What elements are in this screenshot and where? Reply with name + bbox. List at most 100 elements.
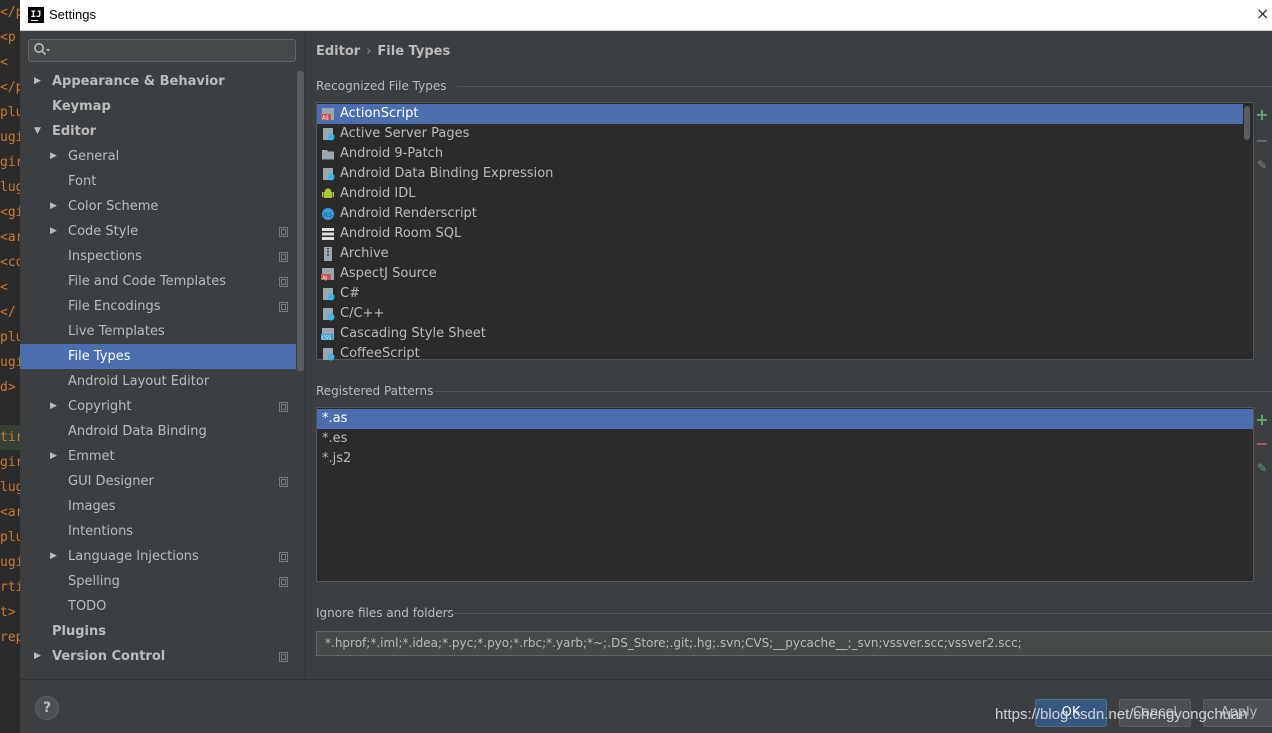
file-type-row[interactable]: Archive xyxy=(317,244,1243,264)
section-divider xyxy=(457,86,1272,87)
tree-item-editor[interactable]: ▼ Editor xyxy=(20,119,296,144)
tree-item-spelling[interactable]: Spelling xyxy=(20,569,296,594)
file-type-row[interactable]: AJ AspectJ Source xyxy=(317,264,1243,284)
aspectj-icon: AJ xyxy=(321,267,335,282)
svg-text:AJ: AJ xyxy=(322,276,327,282)
folder-icon xyxy=(321,147,335,161)
add-pattern-button[interactable]: + xyxy=(1255,412,1269,428)
edit-file-type-button[interactable]: ✎ xyxy=(1255,158,1269,172)
tree-item-label: Android Data Binding xyxy=(68,424,207,439)
tree-item-general[interactable]: ▶ General xyxy=(20,144,296,169)
expand-right-icon[interactable]: ▶ xyxy=(50,394,60,419)
tree-item-color-scheme[interactable]: ▶ Color Scheme xyxy=(20,194,296,219)
file-type-row[interactable]: Android Room SQL xyxy=(317,224,1243,244)
expand-right-icon[interactable]: ▶ xyxy=(50,194,60,219)
tree-item-label: File Encodings xyxy=(68,299,161,314)
svg-text:AS: AS xyxy=(322,116,329,122)
breadcrumb-parent[interactable]: Editor xyxy=(316,44,360,59)
settings-window: IJ Settings × ▶ Appearance & Behavior Keym… xyxy=(20,0,1272,733)
tree-item-plugins[interactable]: Plugins xyxy=(20,619,296,644)
tree-item-label: TODO xyxy=(68,599,107,614)
registered-patterns-list[interactable]: *.as *.es *.js2 xyxy=(316,407,1254,582)
tree-item-label: File Types xyxy=(68,349,131,364)
tree-item-appearance-behavior[interactable]: ▶ Appearance & Behavior xyxy=(20,69,296,94)
background-code-line: <p xyxy=(0,30,16,45)
search-input[interactable] xyxy=(28,39,296,62)
tree-item-label: Language Injections xyxy=(68,549,199,564)
remove-pattern-button[interactable]: − xyxy=(1255,436,1269,452)
background-code-line: <gi xyxy=(0,205,20,220)
settings-sidebar: ▶ Appearance & Behavior Keymap ▼ Editor ▶ Gene… xyxy=(20,31,306,679)
background-code-line: plu xyxy=(0,530,20,545)
tree-item-inspections[interactable]: Inspections xyxy=(20,244,296,269)
sql-icon xyxy=(321,227,335,241)
close-icon[interactable]: × xyxy=(1256,4,1270,23)
sidebar-scrollbar[interactable] xyxy=(297,71,304,371)
file-type-row[interactable]: C# xyxy=(317,284,1243,304)
file-type-row[interactable]: Android Data Binding Expression xyxy=(317,164,1243,184)
expand-right-icon[interactable]: ▶ xyxy=(50,544,60,569)
expand-right-icon[interactable]: ▶ xyxy=(34,644,44,669)
tree-item-language-injections[interactable]: ▶ Language Injections xyxy=(20,544,296,569)
android-icon xyxy=(321,187,335,201)
file-type-row[interactable]: Android 9-Patch xyxy=(317,144,1243,164)
recognized-file-types-title: Recognized File Types xyxy=(316,79,447,93)
tree-item-android-layout-editor[interactable]: Android Layout Editor xyxy=(20,369,296,394)
tree-item-emmet[interactable]: ▶ Emmet xyxy=(20,444,296,469)
tree-item-gui-designer[interactable]: GUI Designer xyxy=(20,469,296,494)
background-code-line: tir xyxy=(0,425,20,450)
cpp-icon xyxy=(321,307,335,321)
tree-item-label: Spelling xyxy=(68,574,120,589)
expand-right-icon[interactable]: ▶ xyxy=(50,144,60,169)
file-type-row[interactable]: RS Android Renderscript xyxy=(317,204,1243,224)
file-type-label: AspectJ Source xyxy=(340,266,437,281)
tree-item-label: Appearance & Behavior xyxy=(52,74,225,89)
search-icon[interactable] xyxy=(33,42,53,59)
tree-item-images[interactable]: Images xyxy=(20,494,296,519)
tree-item-label: Editor xyxy=(52,124,97,139)
tree-item-todo[interactable]: TODO xyxy=(20,594,296,619)
file-type-row[interactable]: Active Server Pages xyxy=(317,124,1243,144)
tree-item-file-types[interactable]: File Types xyxy=(20,344,296,369)
pattern-row[interactable]: *.js2 xyxy=(317,449,1253,469)
background-code-line: lug xyxy=(0,480,20,495)
pattern-row[interactable]: *.es xyxy=(317,429,1253,449)
file-type-row[interactable]: Android IDL xyxy=(317,184,1243,204)
pattern-row[interactable]: *.as xyxy=(317,409,1253,429)
tree-item-label: Intentions xyxy=(68,524,134,539)
project-settings-icon xyxy=(279,402,288,412)
tree-item-font[interactable]: Font xyxy=(20,169,296,194)
background-code-line: <ar xyxy=(0,230,20,245)
background-code-line: rti xyxy=(0,580,20,595)
list-scrollbar[interactable] xyxy=(1244,106,1250,140)
tree-item-file-and-code-templates[interactable]: File and Code Templates xyxy=(20,269,296,294)
file-type-row[interactable]: CoffeeScript xyxy=(317,344,1243,364)
background-code-line: t> xyxy=(0,605,16,620)
file-type-row[interactable]: AS ActionScript xyxy=(317,104,1243,124)
expand-right-icon[interactable]: ▶ xyxy=(50,219,60,244)
tree-item-code-style[interactable]: ▶ Code Style xyxy=(20,219,296,244)
ignore-files-input[interactable]: *.hprof;*.iml;*.idea;*.pyc;*.pyo;*.rbc;*… xyxy=(316,631,1272,656)
remove-file-type-button[interactable]: − xyxy=(1255,133,1269,149)
tree-item-label: General xyxy=(68,149,120,164)
expand-right-icon[interactable]: ▶ xyxy=(50,444,60,469)
tree-item-version-control[interactable]: ▶ Version Control xyxy=(20,644,296,669)
file-type-row[interactable]: C/C++ xyxy=(317,304,1243,324)
expand-down-icon[interactable]: ▼ xyxy=(34,119,44,144)
tree-item-copyright[interactable]: ▶ Copyright xyxy=(20,394,296,419)
tree-item-android-data-binding[interactable]: Android Data Binding xyxy=(20,419,296,444)
file-type-label: C/C++ xyxy=(340,306,385,321)
help-button[interactable]: ? xyxy=(35,696,59,720)
edit-pattern-button[interactable]: ✎ xyxy=(1255,461,1269,475)
tree-item-keymap[interactable]: Keymap xyxy=(20,94,296,119)
recognized-file-types-list[interactable]: AS ActionScript Active Server Pages Android… xyxy=(316,102,1254,361)
tree-item-intentions[interactable]: Intentions xyxy=(20,519,296,544)
add-file-type-button[interactable]: + xyxy=(1255,107,1269,123)
dialog-footer: ? OK Cancel Apply https://blog.csdn.net/… xyxy=(20,679,1272,733)
tree-item-live-templates[interactable]: Live Templates xyxy=(20,319,296,344)
tree-item-file-encodings[interactable]: File Encodings xyxy=(20,294,296,319)
file-type-row[interactable]: CSS Cascading Style Sheet xyxy=(317,324,1243,344)
tree-item-label: Code Style xyxy=(68,224,139,239)
expand-right-icon[interactable]: ▶ xyxy=(34,69,44,94)
title-bar: IJ Settings × xyxy=(20,0,1272,31)
